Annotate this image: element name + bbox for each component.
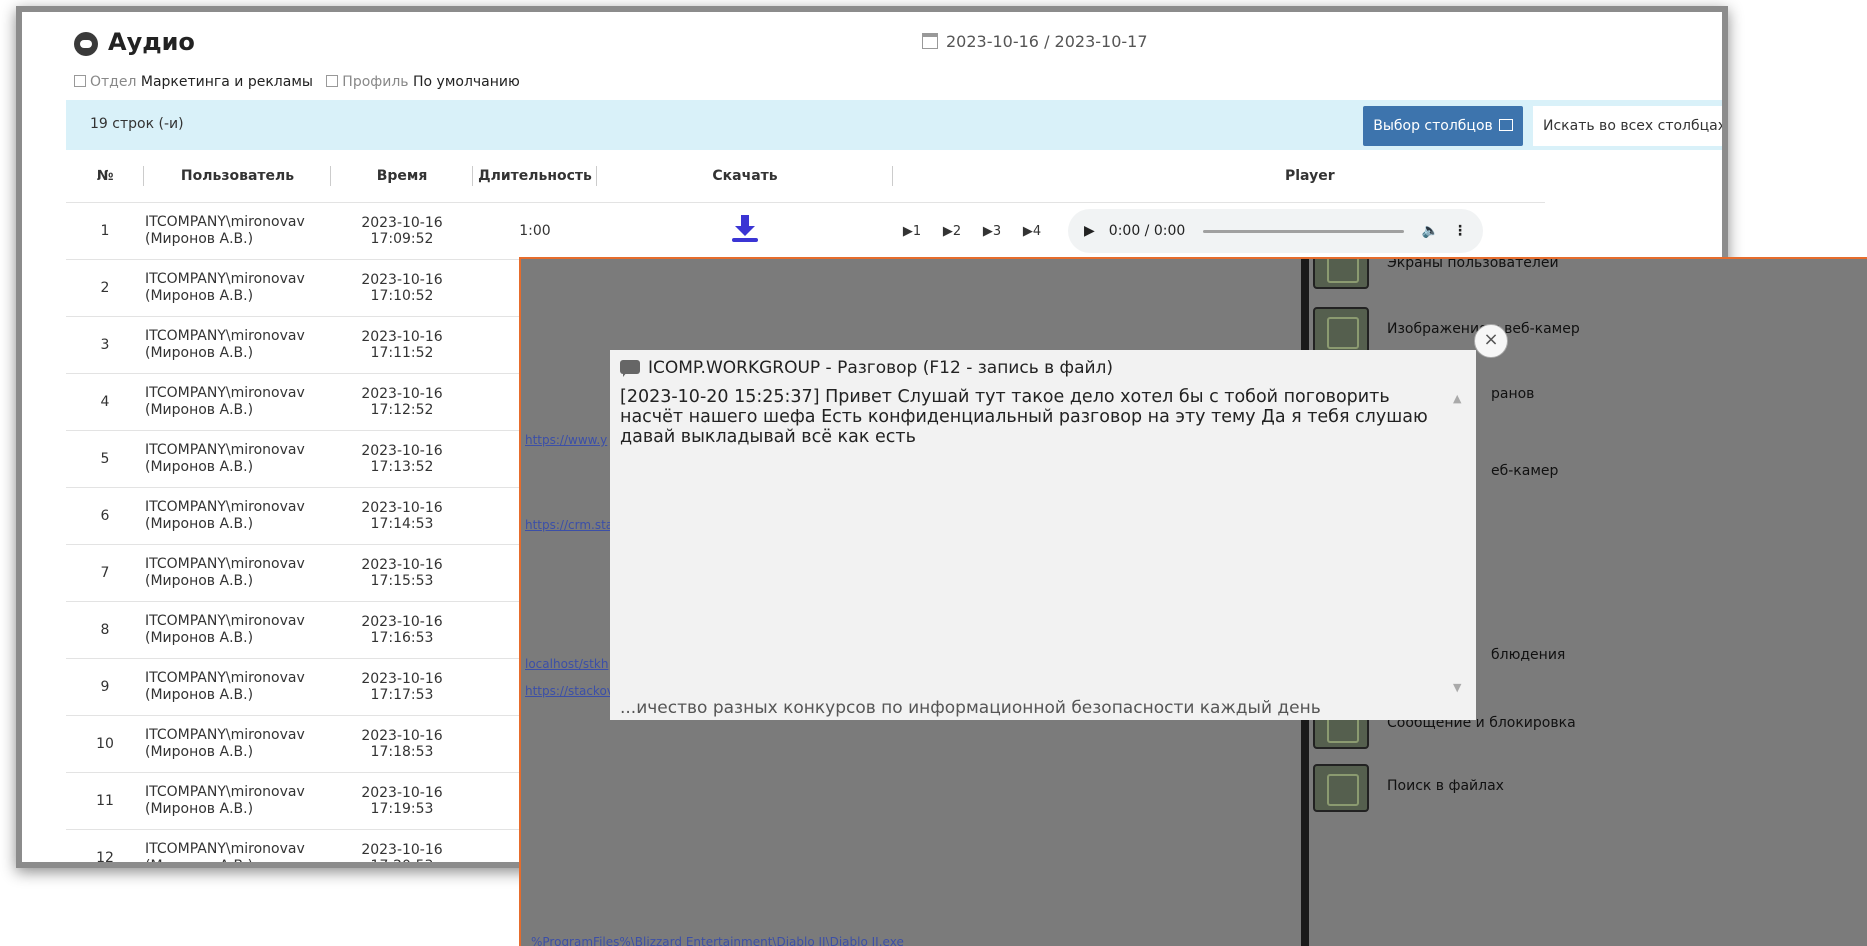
row-time: 2023-10-16 17:12:52 [331, 373, 473, 431]
col-tracks [893, 150, 1045, 203]
row-user: ITCOMPANY\mironovav(Миронов А.В.) [144, 601, 331, 659]
row-number: 1 [66, 202, 144, 260]
row-user: ITCOMPANY\mironovav(Миронов А.В.) [144, 316, 331, 374]
row-download [597, 202, 893, 260]
profile-icon [326, 75, 339, 87]
row-number: 11 [66, 772, 144, 830]
row-time: 2023-10-16 17:13:52 [331, 430, 473, 488]
row-time: 2023-10-16 17:19:53 [331, 772, 473, 830]
search-all-columns-input[interactable] [1533, 106, 1722, 146]
row-time: 2023-10-16 17:16:53 [331, 601, 473, 659]
row-time: 2023-10-16 17:15:53 [331, 544, 473, 602]
remote-desktop-overlay: https://www.y https://crm.sta localhost/… [519, 257, 1867, 946]
row-number: 10 [66, 715, 144, 773]
row-number: 9 [66, 658, 144, 716]
page-title: Аудио [108, 28, 195, 56]
row-user: ITCOMPANY\mironovav(Миронов А.В.) [144, 829, 331, 862]
row-number: 2 [66, 259, 144, 317]
conversation-dialog: ICOMP.WORKGROUP - Разговор (F12 - запись… [610, 350, 1476, 720]
row-number: 8 [66, 601, 144, 659]
play-icon[interactable]: ▶ [1084, 223, 1095, 239]
row-time: 2023-10-16 17:10:52 [331, 259, 473, 317]
link-crm[interactable]: https://crm.sta [525, 518, 613, 532]
row-user: ITCOMPANY\mironovav(Миронов А.В.) [144, 772, 331, 830]
conversation-text[interactable]: [2023-10-20 15:25:37] Привет Слушай тут … [620, 387, 1450, 667]
track-button[interactable]: ▶2 [934, 214, 970, 250]
link-stackoverflow[interactable]: https://stackov [525, 684, 614, 698]
col-time[interactable]: Время [331, 150, 473, 203]
page-header: Аудио 2023-10-16 / 2023-10-17 Отдел Марк… [22, 12, 1722, 104]
track-button[interactable]: ▶3 [974, 214, 1010, 250]
dialog-title: ICOMP.WORKGROUP - Разговор (F12 - запись… [620, 358, 1113, 378]
col-download[interactable]: Скачать [597, 150, 893, 203]
file-search-icon [1313, 764, 1369, 812]
volume-icon[interactable]: 🔈 [1422, 223, 1439, 239]
row-time: 2023-10-16 17:17:53 [331, 658, 473, 716]
row-time: 2023-10-16 17:18:53 [331, 715, 473, 773]
col-number[interactable]: № [66, 150, 144, 203]
row-number: 4 [66, 373, 144, 431]
close-icon[interactable]: × [1474, 324, 1508, 358]
columns-select-button[interactable]: Выбор столбцов [1363, 106, 1523, 146]
row-user: ITCOMPANY\mironovav(Миронов А.В.) [144, 487, 331, 545]
link-diablo-path[interactable]: %ProgramFiles%\Blizzard Entertainment\Di… [531, 935, 904, 946]
audio-player[interactable]: ▶ 0:00 / 0:00 🔈 ⋮ [1068, 209, 1483, 253]
row-time: 2023-10-16 17:20:53 [331, 829, 473, 862]
row-duration: 1:00 [473, 202, 597, 260]
row-user: ITCOMPANY\mironovav(Миронов А.В.) [144, 259, 331, 317]
row-number: 5 [66, 430, 144, 488]
col-duration[interactable]: Длительность [473, 150, 597, 203]
department-value: Маркетинга и рекламы [140, 74, 313, 90]
rows-count: 19 строк (-и) [90, 116, 184, 132]
progress-bar[interactable] [1203, 229, 1404, 233]
row-user: ITCOMPANY\mironovav(Миронов А.В.) [144, 202, 331, 260]
row-player-cell: ▶1▶2▶3▶4 ▶ 0:00 / 0:00 🔈 ⋮ [893, 202, 1545, 260]
col-user[interactable]: Пользователь [144, 150, 331, 203]
row-time: 2023-10-16 17:09:52 [331, 202, 473, 260]
track-button[interactable]: ▶4 [1014, 214, 1050, 250]
col-player[interactable]: Player [1045, 150, 1545, 203]
track-buttons: ▶1▶2▶3▶4 [894, 214, 1050, 250]
row-user: ITCOMPANY\mironovav(Миронов А.В.) [144, 430, 331, 488]
scroll-down-icon[interactable]: ▼ [1453, 681, 1461, 694]
row-user: ITCOMPANY\mironovav(Миронов А.В.) [144, 658, 331, 716]
row-number: 3 [66, 316, 144, 374]
row-number: 12 [66, 829, 144, 862]
row-time: 2023-10-16 17:11:52 [331, 316, 473, 374]
player-time: 0:00 / 0:00 [1108, 223, 1186, 239]
row-number: 7 [66, 544, 144, 602]
row-user: ITCOMPANY\mironovav(Миронов А.В.) [144, 715, 331, 773]
screens-icon [1313, 259, 1369, 289]
scroll-up-icon[interactable]: ▲ [1453, 392, 1461, 405]
table-toolbar: 19 строк (-и) Выбор столбцов [66, 100, 1722, 150]
link-youtube[interactable]: https://www.y [525, 433, 607, 447]
audio-icon [74, 32, 98, 56]
webcam-icon [1313, 307, 1369, 355]
table-row: 1 ITCOMPANY\mironovav (Миронов А.В.) 2023-1… [66, 202, 1545, 260]
dialog-scrollbar[interactable]: ▲ ▼ [1450, 386, 1466, 696]
columns-icon [1498, 119, 1513, 131]
profile-value: По умолчанию [413, 74, 520, 90]
track-button[interactable]: ▶1 [894, 214, 930, 250]
chat-icon [620, 360, 640, 377]
more-icon[interactable]: ⋮ [1453, 223, 1467, 239]
row-time: 2023-10-16 17:14:53 [331, 487, 473, 545]
calendar-icon [922, 33, 938, 49]
download-icon[interactable] [732, 215, 758, 243]
filters-line: Отдел Маркетинга и рекламы Профиль По ум… [74, 74, 520, 90]
row-number: 6 [66, 487, 144, 545]
notification-ticker: ...ичество разных конкурсов по информаци… [620, 698, 1321, 718]
link-localhost[interactable]: localhost/stkh [525, 657, 608, 671]
date-range[interactable]: 2023-10-16 / 2023-10-17 [922, 32, 1148, 51]
row-user: ITCOMPANY\mironovav(Миронов А.В.) [144, 373, 331, 431]
department-icon [74, 75, 86, 87]
row-user: ITCOMPANY\mironovav(Миронов А.В.) [144, 544, 331, 602]
